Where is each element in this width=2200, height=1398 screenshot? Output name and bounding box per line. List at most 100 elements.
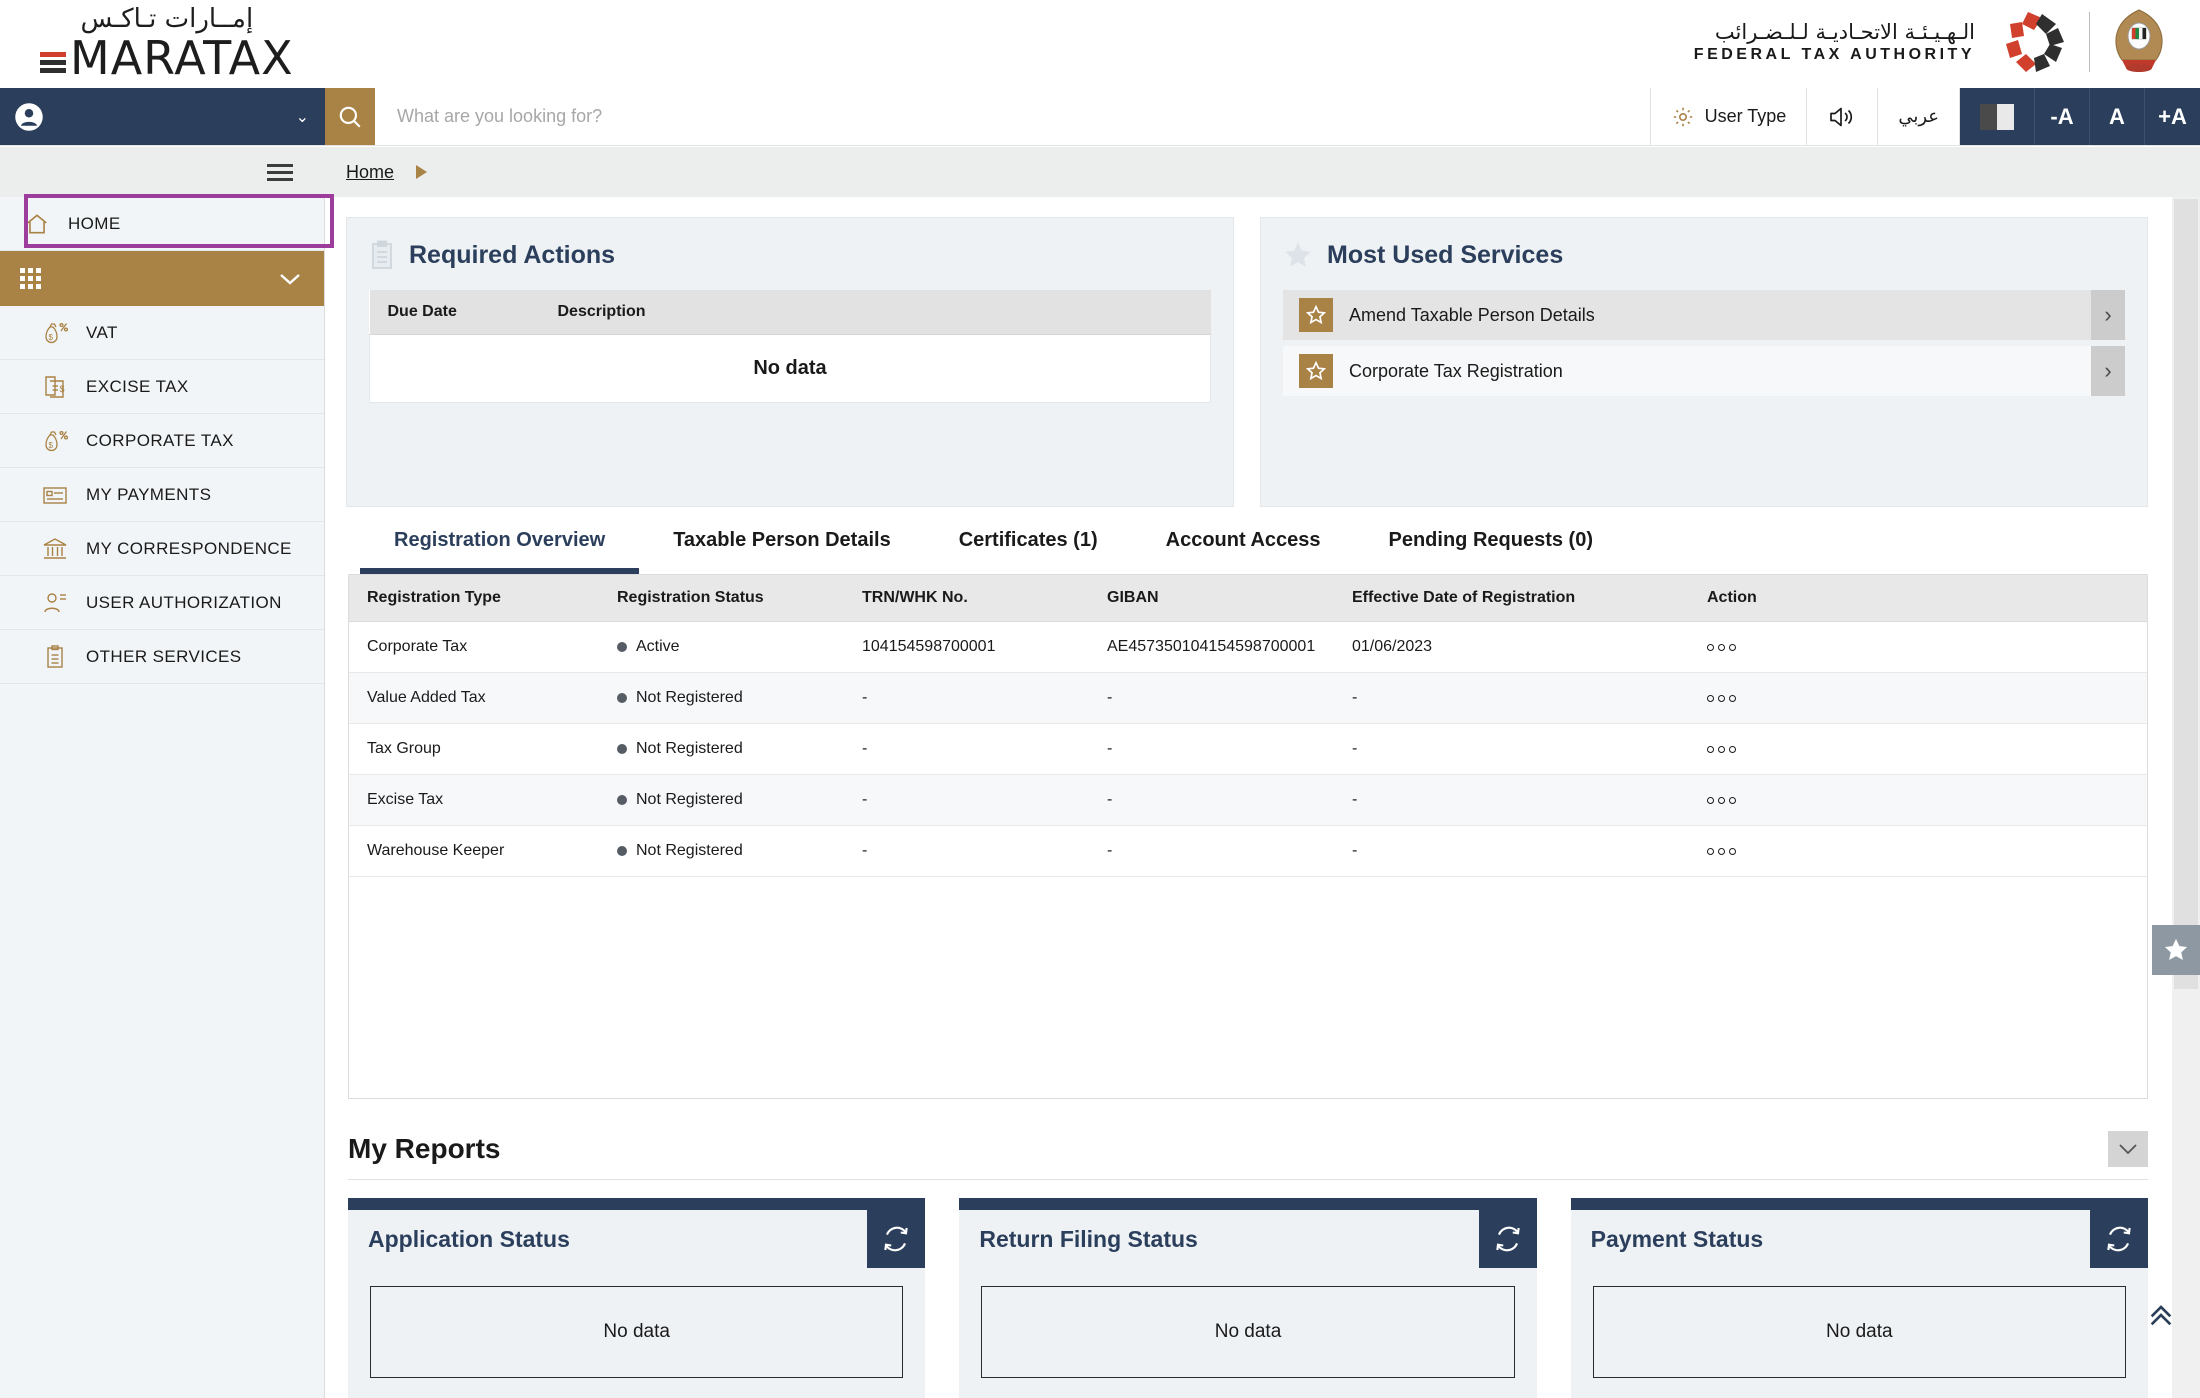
scroll-to-top-button[interactable]	[2136, 1290, 2186, 1340]
cell-registration-type: Excise Tax	[349, 775, 599, 826]
col-trn: TRN/WHK No.	[844, 575, 1089, 622]
cell-giban: -	[1089, 775, 1334, 826]
cell-action	[1689, 622, 2147, 673]
cell-registration-type: Warehouse Keeper	[349, 826, 599, 877]
search-input[interactable]	[375, 88, 1651, 145]
breadcrumb-arrow-icon	[416, 165, 427, 179]
emaratax-dashboard: إمــارات تـاكـس MARATAX الـهـيـئـة الاتح…	[0, 0, 2200, 1398]
chevron-right-icon[interactable]: ›	[2091, 290, 2125, 340]
chevron-right-icon[interactable]: ›	[2091, 346, 2125, 396]
tab-taxable-person-details[interactable]: Taxable Person Details	[639, 529, 925, 574]
my-reports-collapse-button[interactable]	[2108, 1131, 2148, 1167]
money-bag-percent-icon: $	[38, 427, 72, 455]
cell-giban: AE457350104154598700001	[1089, 622, 1334, 673]
sidebar-label-my-correspondence: MY CORRESPONDENCE	[86, 539, 292, 559]
clipboard-icon	[38, 643, 72, 671]
user-type-button[interactable]: User Type	[1651, 88, 1808, 145]
row-action-menu-button[interactable]	[1707, 746, 1736, 753]
sidebar-item-user-authorization[interactable]: USER AUTHORIZATION	[0, 576, 324, 630]
cell-effective-date: -	[1334, 724, 1689, 775]
col-due-date: Due Date	[370, 290, 540, 335]
refresh-icon	[1493, 1224, 1523, 1254]
text-to-speech-button[interactable]	[1807, 88, 1878, 145]
bank-icon	[38, 535, 72, 563]
user-avatar-icon	[14, 102, 44, 132]
sidebar-item-my-correspondence[interactable]: MY CORRESPONDENCE	[0, 522, 324, 576]
scrollbar-thumb[interactable]	[2174, 199, 2198, 989]
sidebar-label-other-services: OTHER SERVICES	[86, 647, 242, 667]
grid-icon	[20, 268, 41, 289]
most-used-service-item[interactable]: Corporate Tax Registration ›	[1283, 346, 2125, 396]
cell-registration-type: Corporate Tax	[349, 622, 599, 673]
sidebar-item-services-group[interactable]	[0, 251, 324, 306]
my-reports-header: My Reports	[348, 1131, 2148, 1180]
sidebar-item-excise-tax[interactable]: $ EXCISE TAX	[0, 360, 324, 414]
star-icon	[1283, 240, 1313, 270]
emaratax-logo[interactable]: إمــارات تـاكـس MARATAX	[40, 4, 294, 80]
cell-trn: -	[844, 724, 1089, 775]
user-auth-icon	[38, 589, 72, 617]
breadcrumb-home-link[interactable]: Home	[346, 162, 394, 183]
contrast-icon	[1980, 104, 2014, 130]
user-profile-dropdown[interactable]: ⌄	[0, 88, 325, 145]
required-actions-empty: No data	[370, 335, 1211, 403]
application-status-empty: No data	[370, 1286, 903, 1378]
most-used-services-title: Most Used Services	[1327, 241, 1563, 270]
most-used-service-label: Corporate Tax Registration	[1349, 346, 2091, 396]
application-status-title: Application Status	[368, 1226, 570, 1253]
card-topbar	[959, 1198, 1536, 1210]
row-action-menu-button[interactable]	[1707, 695, 1736, 702]
row-action-menu-button[interactable]	[1707, 644, 1736, 651]
refresh-button[interactable]	[1479, 1210, 1537, 1268]
row-action-menu-button[interactable]	[1707, 848, 1736, 855]
language-toggle-arabic[interactable]: عربي	[1878, 88, 1960, 145]
font-increase-label: +A	[2158, 104, 2187, 130]
return-filing-status-card: Return Filing Status No data	[959, 1198, 1536, 1398]
page-scrollbar[interactable]	[2172, 197, 2200, 1398]
application-status-card: Application Status No data	[348, 1198, 925, 1398]
most-used-services-header: Most Used Services	[1283, 240, 2125, 270]
cell-effective-date: 01/06/2023	[1334, 622, 1689, 673]
sidebar-item-vat[interactable]: $ VAT	[0, 306, 324, 360]
card-header: Application Status	[348, 1210, 925, 1268]
chevron-down-icon	[2117, 1142, 2139, 1156]
tab-registration-overview[interactable]: Registration Overview	[360, 529, 639, 574]
speaker-icon	[1827, 104, 1857, 130]
required-actions-title: Required Actions	[409, 241, 615, 270]
status-badge	[617, 642, 627, 652]
font-normal-button[interactable]: A	[2090, 88, 2145, 145]
tab-pending-requests[interactable]: Pending Requests (0)	[1355, 529, 1627, 574]
money-bag-percent-icon: $	[38, 319, 72, 347]
header-divider	[2089, 12, 2090, 72]
status-badge	[617, 744, 627, 754]
sidebar-label-excise-tax: EXCISE TAX	[86, 377, 189, 397]
sidebar-item-other-services[interactable]: OTHER SERVICES	[0, 630, 324, 684]
tab-certificates[interactable]: Certificates (1)	[925, 529, 1132, 574]
row-action-menu-button[interactable]	[1707, 797, 1736, 804]
col-action: Action	[1689, 575, 2147, 622]
contrast-toggle-button[interactable]	[1960, 88, 2035, 145]
favorites-float-button[interactable]	[2152, 925, 2200, 975]
most-used-service-item[interactable]: Amend Taxable Person Details ›	[1283, 290, 2125, 340]
registration-overview-table: Registration Type Registration Status TR…	[349, 575, 2147, 877]
search-button[interactable]	[325, 88, 375, 145]
svg-text:$: $	[49, 333, 54, 342]
refresh-button[interactable]	[867, 1210, 925, 1268]
sidebar-item-my-payments[interactable]: MY PAYMENTS	[0, 468, 324, 522]
table-row: No data	[370, 335, 1211, 403]
font-increase-button[interactable]: +A	[2145, 88, 2200, 145]
cell-registration-type: Tax Group	[349, 724, 599, 775]
federal-tax-authority-lockup: الـهـيـئـة الاتحـاديـة لـلـضـرائب FEDERA…	[1694, 6, 2170, 78]
svg-text:$: $	[60, 384, 65, 394]
sidebar-toggle-button[interactable]	[0, 147, 325, 197]
sidebar-item-home[interactable]: HOME	[0, 197, 324, 251]
sidebar-item-corporate-tax[interactable]: $ CORPORATE TAX	[0, 414, 324, 468]
arabic-label: عربي	[1898, 106, 1939, 127]
refresh-button[interactable]	[2090, 1210, 2148, 1268]
font-decrease-button[interactable]: -A	[2035, 88, 2090, 145]
sidebar-label-corporate-tax: CORPORATE TAX	[86, 431, 234, 451]
clipboard-icon	[369, 240, 395, 270]
tab-account-access[interactable]: Account Access	[1132, 529, 1355, 574]
utility-navbar: ⌄ User Type عربي	[0, 88, 2200, 146]
card-body: No data	[1571, 1268, 2148, 1398]
